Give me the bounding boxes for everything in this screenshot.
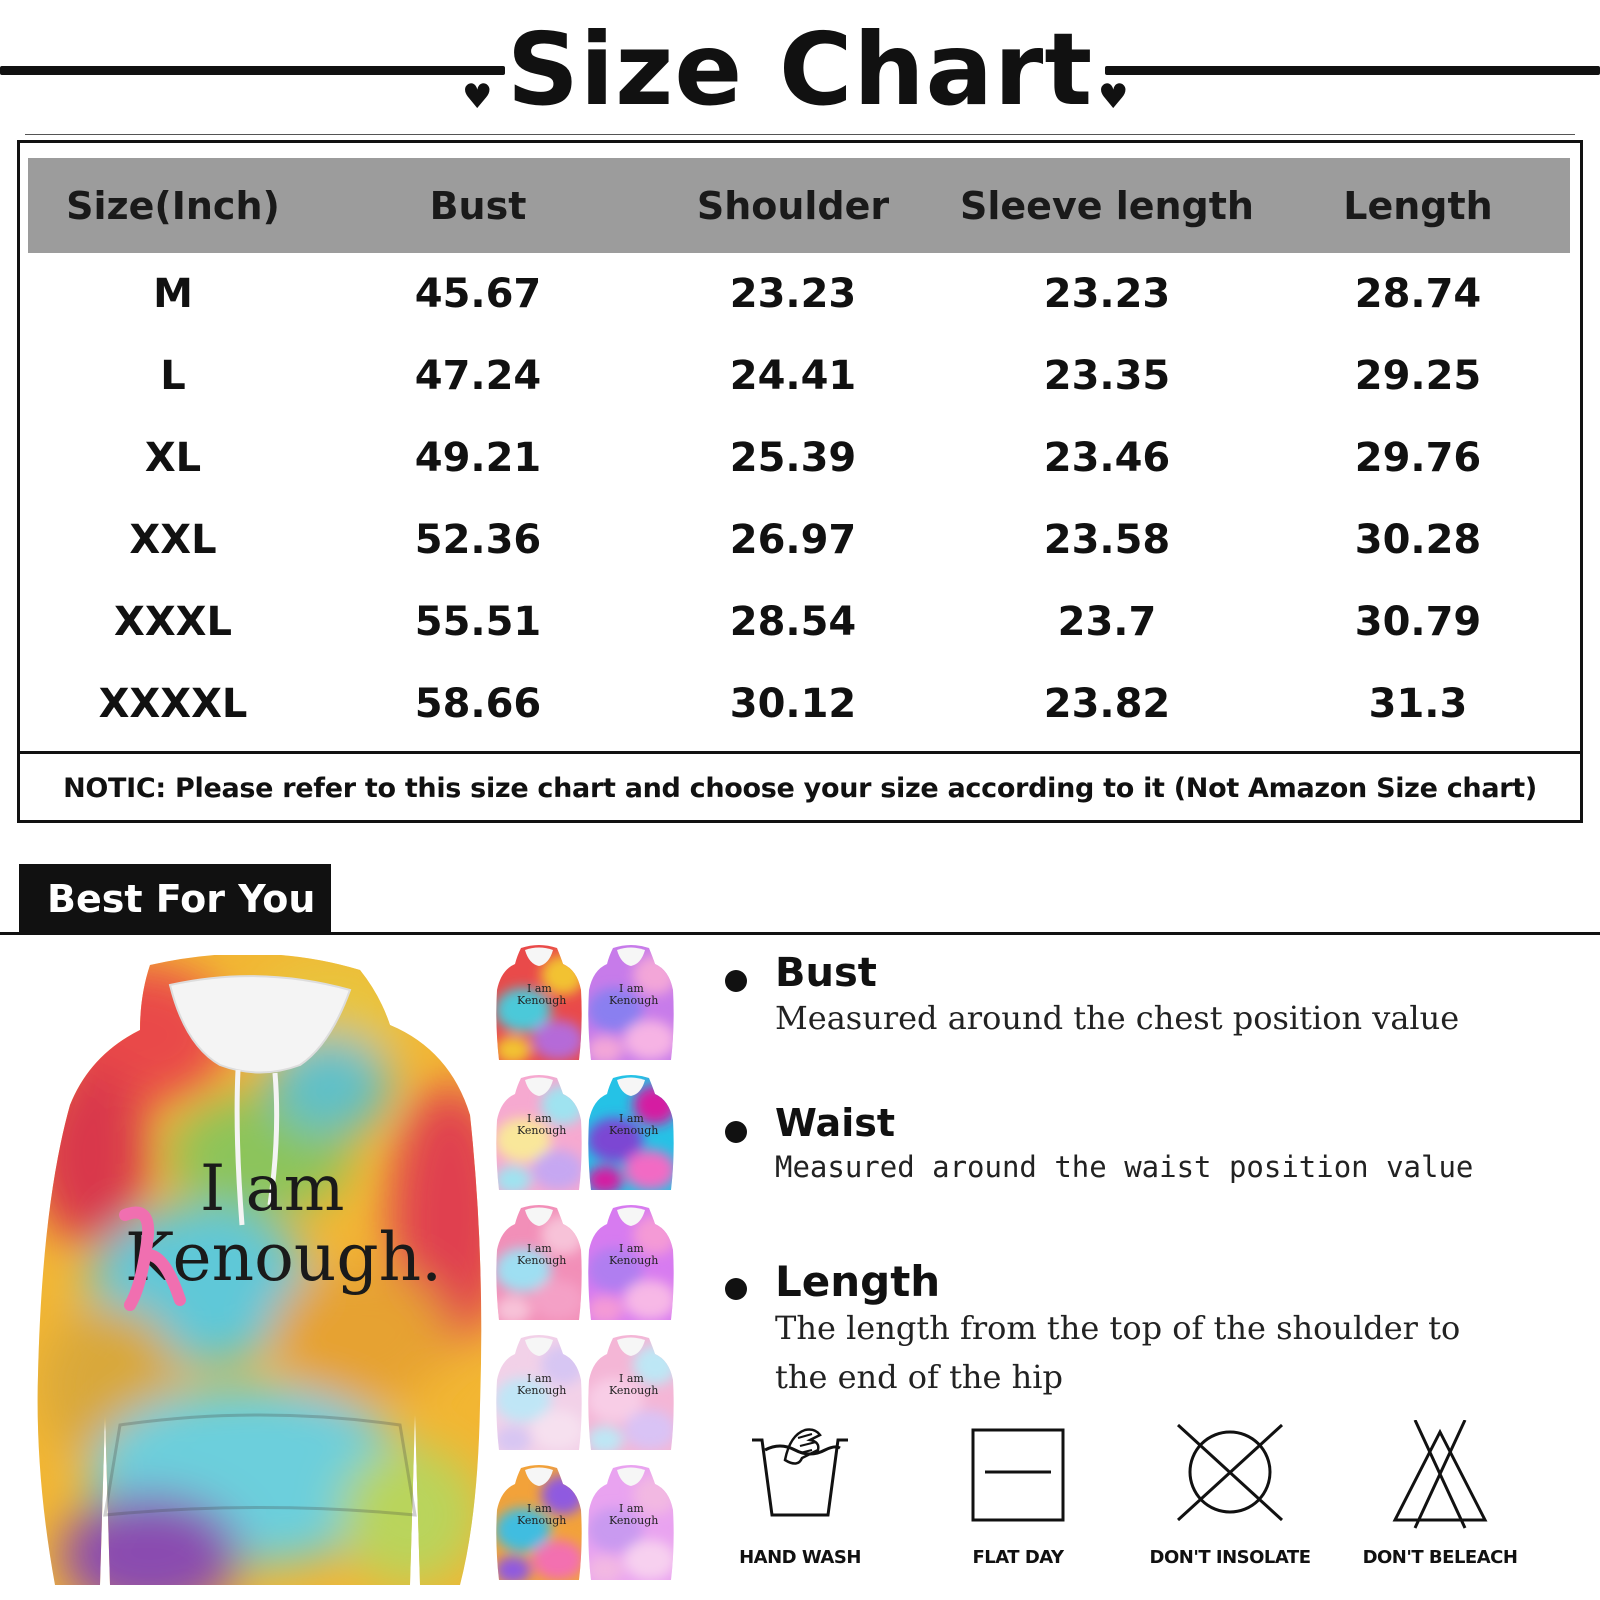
size-notice: NOTIC: Please refer to this size chart a… (63, 773, 1537, 804)
size-cell: XL (144, 435, 202, 481)
thumbnail-print-line2: Kenough (517, 994, 566, 1007)
length-cell: 31.3 (1368, 681, 1468, 727)
sleeve-length-cell: 23.46 (1043, 435, 1171, 481)
length-cell: 30.28 (1354, 517, 1482, 563)
measure-description: the end of the hip (775, 1358, 1063, 1396)
size-cell: M (153, 271, 193, 317)
table-row: XXXXL 58.66 30.12 23.82 31.3 (28, 663, 1570, 745)
shoulder-cell: 26.97 (729, 517, 857, 563)
variant-thumbnail[interactable]: I amKenough (585, 940, 677, 1065)
variant-thumbnail[interactable]: I amKenough (493, 1070, 585, 1195)
care-flat-dry: FLAT DAY (928, 1420, 1108, 1595)
table-body: M 45.67 23.23 23.23 28.74 L 47.24 24.41 … (28, 253, 1570, 745)
care-label: DON'T INSOLATE (1149, 1547, 1311, 1568)
flat-dry-icon (971, 1428, 1065, 1522)
sleeve-length-cell: 23.58 (1043, 517, 1171, 563)
color-variant-grid: I am Kenough I am Kenough I am Kenough I am Ken… (493, 940, 683, 1600)
thumbnail-print-line2: Kenough (609, 1254, 658, 1267)
bullet-icon (725, 1278, 747, 1300)
thumbnail-print-line2: Kenough (517, 1124, 566, 1137)
care-hand-wash: HAND WASH (710, 1420, 890, 1595)
thumbnail-print-line2: Kenough (517, 1514, 566, 1527)
no-bleach-icon (1392, 1420, 1488, 1529)
measure-title: Length (775, 1257, 941, 1306)
section-label-best-for-you: Best For You (19, 864, 331, 934)
thumbnail-print-line2: Kenough (517, 1384, 566, 1397)
measure-description: Measured around the chest position value (775, 999, 1460, 1037)
care-dont-bleach: DON'T BELEACH (1350, 1420, 1530, 1595)
length-cell: 29.25 (1354, 353, 1482, 399)
measure-description: Measured around the waist position value (775, 1150, 1474, 1184)
thumbnail-print-line2: Kenough (609, 1384, 658, 1397)
length-cell: 30.79 (1354, 599, 1482, 645)
measure-title: Bust (775, 950, 877, 996)
hand-wash-icon (752, 1428, 848, 1517)
shoulder-cell: 24.41 (729, 353, 857, 399)
care-label: FLAT DAY (972, 1547, 1064, 1568)
shoulder-cell: 30.12 (729, 681, 857, 727)
bust-cell: 58.66 (414, 681, 542, 727)
section-divider (0, 932, 1600, 935)
variant-thumbnail[interactable]: I amKenough (585, 1070, 677, 1195)
size-table: Size(Inch) Bust Shoulder Sleeve length L… (17, 134, 1583, 823)
no-tumble-dry-icon (1176, 1423, 1284, 1522)
shoulder-cell: 23.23 (729, 271, 857, 317)
bust-cell: 45.67 (414, 271, 542, 317)
bullet-icon (725, 970, 747, 992)
variant-thumbnail[interactable]: I amKenough (585, 1460, 677, 1585)
table-row: XXL 52.36 26.97 23.58 30.28 (28, 499, 1570, 581)
care-dont-insolate: DON'T INSOLATE (1140, 1420, 1320, 1595)
column-header-shoulder: Shoulder (696, 183, 890, 228)
measure-title: Waist (775, 1101, 896, 1145)
bust-cell: 52.36 (414, 517, 542, 563)
variant-thumbnail[interactable]: I amKenough (493, 940, 585, 1065)
sleeve-length-cell: 23.23 (1043, 271, 1171, 317)
variant-thumbnail[interactable]: I amKenough (493, 1460, 585, 1585)
column-header-length: Length (1343, 183, 1493, 228)
variant-thumbnail[interactable]: I amKenough (493, 1200, 585, 1325)
hoodie-print-line1: I am (200, 1152, 344, 1226)
thumbnail-print-line2: Kenough (609, 994, 658, 1007)
table-row: L 47.24 24.41 23.35 29.25 (28, 335, 1570, 417)
length-cell: 29.76 (1354, 435, 1482, 481)
table-header-row: Size(Inch) Bust Shoulder Sleeve length L… (28, 158, 1570, 253)
column-header-sleeve-length: Sleeve length (960, 183, 1254, 228)
bust-cell: 47.24 (414, 353, 542, 399)
column-header-bust: Bust (429, 183, 527, 228)
length-cell: 28.74 (1354, 271, 1482, 317)
sleeve-length-cell: 23.35 (1043, 353, 1171, 399)
size-cell: XXXL (113, 599, 232, 645)
thumbnail-print-line2: Kenough (517, 1254, 566, 1267)
bust-cell: 49.21 (414, 435, 542, 481)
thumbnail-print-line2: Kenough (609, 1514, 658, 1527)
variant-thumbnail[interactable]: I amKenough (493, 1330, 585, 1455)
shoulder-cell: 25.39 (729, 435, 857, 481)
care-label: DON'T BELEACH (1362, 1547, 1518, 1568)
bust-cell: 55.51 (414, 599, 542, 645)
variant-thumbnail[interactable]: I amKenough (585, 1330, 677, 1455)
size-cell: XXXXL (98, 681, 248, 727)
size-cell: L (160, 353, 186, 399)
table-row: XL 49.21 25.39 23.46 29.76 (28, 417, 1570, 499)
measure-description: The length from the top of the shoulder … (775, 1309, 1461, 1347)
sleeve-length-cell: 23.82 (1043, 681, 1171, 727)
table-row: M 45.67 23.23 23.23 28.74 (28, 253, 1570, 335)
variant-thumbnail[interactable]: I amKenough (585, 1200, 677, 1325)
shoulder-cell: 28.54 (729, 599, 857, 645)
bullet-icon (725, 1121, 747, 1143)
sleeve-length-cell: 23.7 (1057, 599, 1157, 645)
page-title: Size Chart (506, 11, 1094, 128)
column-header-size: Size(Inch) (66, 183, 280, 228)
thumbnail-print-line2: Kenough (609, 1124, 658, 1137)
product-image-hoodie: I am Kenough. (37, 955, 482, 1586)
table-row: XXXL 55.51 28.54 23.7 30.79 (28, 581, 1570, 663)
size-cell: XXL (129, 517, 217, 563)
care-label: HAND WASH (739, 1547, 861, 1568)
notice-row: NOTIC: Please refer to this size chart a… (20, 751, 1580, 823)
